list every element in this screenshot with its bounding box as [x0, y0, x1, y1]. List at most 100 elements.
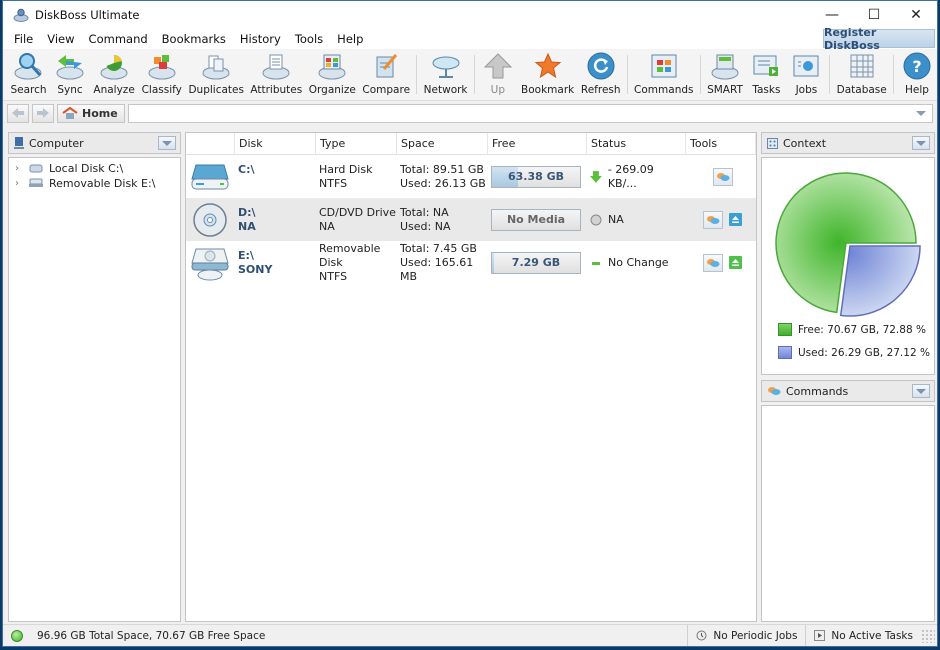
hard-disk-icon: [29, 164, 43, 173]
chevron-right-icon[interactable]: ›: [15, 178, 23, 189]
menu-history[interactable]: History: [233, 29, 288, 49]
toolbar-network-button[interactable]: Network: [420, 49, 471, 100]
disk-tools-button[interactable]: [712, 167, 733, 186]
menu-tools[interactable]: Tools: [288, 29, 330, 49]
menu-bar: File View Command Bookmarks History Tool…: [3, 26, 937, 52]
menu-help[interactable]: Help: [330, 29, 370, 49]
menu-command[interactable]: Command: [82, 29, 155, 49]
menu-bookmarks[interactable]: Bookmarks: [155, 29, 233, 49]
dash-icon: [592, 261, 600, 265]
active-tasks-status[interactable]: No Active Tasks: [805, 625, 921, 646]
toolbar-attributes-button[interactable]: Attributes: [247, 49, 305, 100]
toolbar-separator: [473, 55, 475, 94]
computer-panel-dropdown[interactable]: [158, 136, 176, 150]
right-panel: Context Free: 70.67 GB, 72.88 % Used: 26…: [761, 132, 935, 622]
toolbar-label: Duplicates: [188, 84, 244, 96]
table-row[interactable]: E:\ SONY Removable Disk NTFS Total: 7.45…: [186, 241, 756, 284]
column-header-status[interactable]: Status: [586, 133, 685, 154]
app-window: DiskBoss Ultimate — ☐ ✕ File View Comman…: [2, 0, 938, 647]
column-header-tools[interactable]: Tools: [685, 133, 756, 154]
toolbar-sync-button[interactable]: Sync: [50, 49, 90, 100]
disk-type: Removable Disk: [319, 241, 381, 269]
help-icon: ?: [903, 52, 931, 80]
toolbar-separator: [626, 55, 628, 94]
tree-item-removable-disk-e[interactable]: › Removable Disk E:\: [9, 176, 180, 190]
pie-slice-used: [839, 245, 921, 317]
disk-tools-button[interactable]: [703, 210, 723, 229]
toolbar-analyze-button[interactable]: Analyze: [90, 49, 138, 100]
title-bar: DiskBoss Ultimate — ☐ ✕: [3, 1, 937, 29]
toolbar-classify-button[interactable]: Classify: [138, 49, 185, 100]
tools-icon: [707, 215, 720, 224]
eject-button[interactable]: [729, 213, 742, 226]
path-input[interactable]: [127, 103, 933, 123]
disk-status: - 269.09 KB/...: [607, 162, 654, 190]
toolbar-help-button[interactable]: ? Help: [897, 49, 937, 100]
commands-panel-dropdown[interactable]: [912, 384, 930, 398]
forward-button[interactable]: [32, 103, 54, 123]
disk-type: CD/DVD Drive: [319, 205, 396, 219]
computer-panel-header: Computer: [8, 132, 181, 154]
table-row[interactable]: C:\ Hard Disk NTFS Total: 89.51 GB Used:…: [186, 155, 756, 198]
toolbar-refresh-button[interactable]: Refresh: [577, 49, 623, 100]
toolbar-compare-button[interactable]: Compare: [359, 49, 413, 100]
disk-tools-button[interactable]: [703, 253, 723, 272]
menu-file[interactable]: File: [7, 29, 40, 49]
refresh-icon: [587, 52, 615, 80]
context-panel-title: Context: [783, 136, 827, 150]
toolbar-up-button[interactable]: Up: [478, 49, 518, 100]
removable-disk-icon: [29, 178, 43, 187]
commands-panel-body: [761, 405, 935, 622]
cd-dvd-icon: [193, 202, 227, 237]
toolbar-jobs-button[interactable]: Jobs: [786, 49, 826, 100]
tree-item-label: Local Disk C:\: [49, 161, 124, 175]
toolbar-search-button[interactable]: Search: [7, 49, 50, 100]
navigation-bar: Home: [3, 101, 937, 125]
toolbar-smart-button[interactable]: SMART: [704, 49, 747, 100]
toolbar-label: Database: [836, 84, 887, 96]
chevron-right-icon[interactable]: ›: [15, 163, 23, 174]
column-header-type[interactable]: Type: [315, 133, 396, 154]
context-panel-dropdown[interactable]: [912, 136, 930, 150]
periodic-jobs-status[interactable]: No Periodic Jobs: [687, 625, 805, 646]
column-header-free[interactable]: Free: [487, 133, 586, 154]
disk-total: Total: NA: [400, 205, 449, 219]
table-row[interactable]: D:\ NA CD/DVD Drive NA Total: NA Used: N…: [186, 198, 756, 241]
toolbar-duplicates-button[interactable]: Duplicates: [185, 49, 247, 100]
computer-panel-title: Computer: [29, 136, 84, 150]
disk-filesystem: NTFS: [319, 176, 348, 190]
column-header-disk[interactable]: Disk: [234, 133, 315, 154]
toolbar-organize-button[interactable]: Organize: [305, 49, 359, 100]
back-button[interactable]: [7, 103, 29, 123]
toolbar-database-button[interactable]: Database: [833, 49, 890, 100]
menu-view[interactable]: View: [40, 29, 81, 49]
legend-item-used: Used: 26.29 GB, 27.12 %: [778, 346, 930, 359]
toolbar-commands-button[interactable]: Commands: [631, 49, 697, 100]
eject-button[interactable]: [729, 256, 742, 269]
disk-letter: D:\: [238, 205, 256, 219]
disk-label: SONY: [238, 262, 273, 276]
toolbar-bookmark-button[interactable]: Bookmark: [518, 49, 578, 100]
classify-icon: [148, 55, 176, 80]
duplicates-icon: [202, 55, 230, 80]
toolbar-tasks-button[interactable]: Tasks: [746, 49, 786, 100]
resize-grip[interactable]: [921, 628, 935, 643]
forward-arrow-icon: [37, 108, 49, 118]
window-title: DiskBoss Ultimate: [35, 8, 140, 22]
legend-label-free: Free: 70.67 GB, 72.88 %: [798, 323, 926, 336]
toolbar-label: SMART: [707, 84, 743, 96]
disk-usage-pie-chart: [775, 172, 921, 317]
periodic-jobs-label: No Periodic Jobs: [713, 629, 798, 642]
column-header-space[interactable]: Space: [396, 133, 487, 154]
toolbar-separator: [829, 55, 831, 94]
chevron-down-icon[interactable]: [916, 110, 926, 116]
legend-swatch-used: [778, 346, 792, 359]
register-button[interactable]: Register DiskBoss: [823, 26, 935, 52]
home-button[interactable]: Home: [57, 103, 125, 123]
toolbar-separator: [416, 55, 418, 94]
status-bar: 96.96 GB Total Space, 70.67 GB Free Spac…: [3, 624, 937, 646]
tree-item-local-disk-c[interactable]: › Local Disk C:\: [9, 161, 180, 175]
commands-icon: [768, 387, 781, 395]
removable-disk-icon: [191, 248, 229, 280]
arrow-down-icon: [590, 170, 602, 183]
